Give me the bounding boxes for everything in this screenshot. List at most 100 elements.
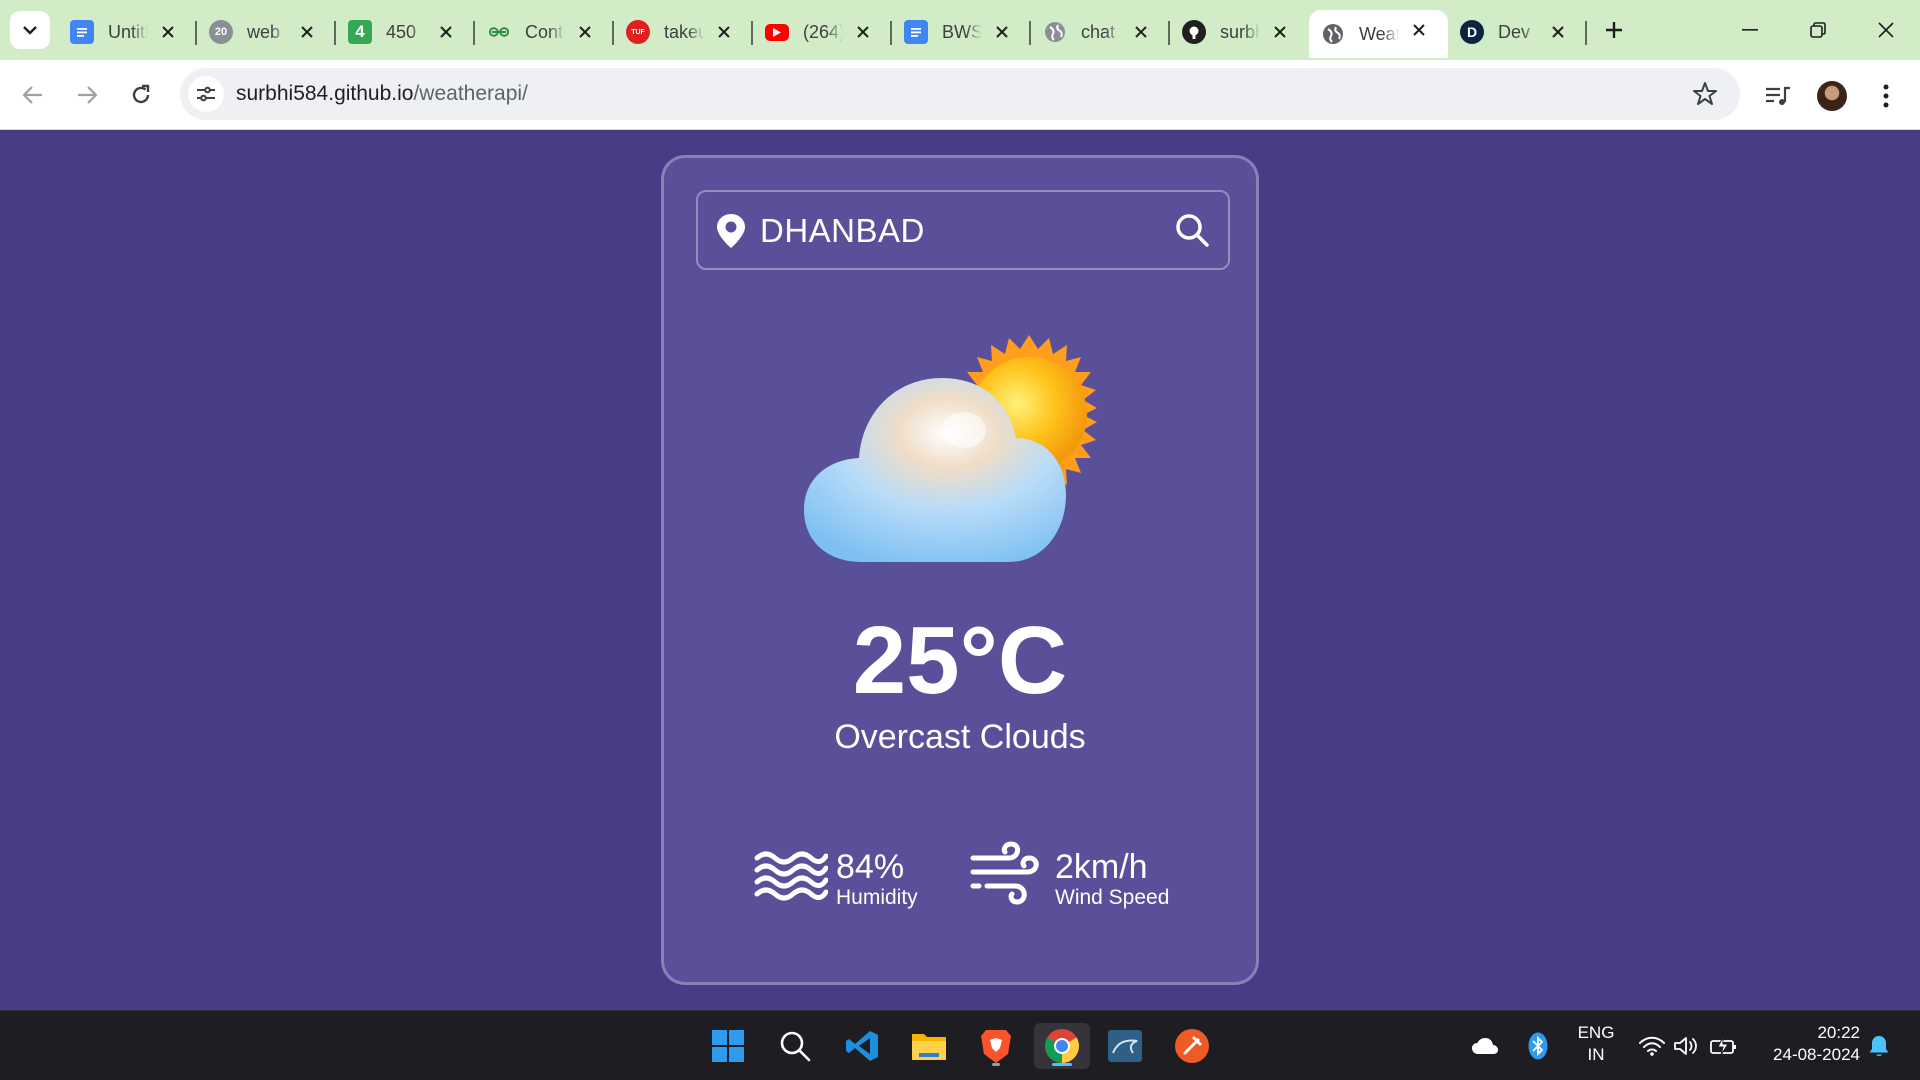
tab-github[interactable]: surbhi584 [1170, 12, 1309, 52]
url-host: surbhi584.github.io [236, 82, 414, 105]
bell-icon [1869, 1036, 1889, 1056]
tuf-icon: TUF [626, 20, 650, 44]
reload-button[interactable] [126, 80, 156, 110]
battery-button[interactable] [1706, 1023, 1740, 1069]
new-tab-button[interactable] [1600, 16, 1628, 44]
bluetooth-icon [1528, 1032, 1548, 1060]
cloud-icon [1472, 1038, 1498, 1054]
browser-toolbar: surbhi584.github.io/weatherapi/ [0, 60, 1920, 130]
tab-contest[interactable]: Contest [475, 12, 614, 52]
restore-button[interactable] [1784, 0, 1852, 60]
back-button[interactable] [18, 80, 48, 110]
close-icon [1878, 22, 1894, 38]
url-text[interactable]: surbhi584.github.io/weatherapi/ [236, 82, 528, 106]
close-icon[interactable] [1408, 19, 1430, 41]
window-controls [1716, 0, 1920, 60]
location-pin-icon [716, 213, 746, 254]
taskbar-brave[interactable] [973, 1023, 1019, 1069]
close-icon[interactable] [852, 21, 874, 43]
reload-icon [132, 84, 150, 104]
close-window-button[interactable] [1852, 0, 1920, 60]
taskbar-vscode[interactable] [839, 1023, 885, 1069]
youtube-icon [765, 23, 789, 41]
wind-label: Wind Speed [1055, 886, 1170, 909]
minimize-button[interactable] [1716, 0, 1784, 60]
forward-button[interactable] [72, 80, 102, 110]
volume-button[interactable] [1670, 1023, 1702, 1069]
tab-title: chat [1081, 21, 1116, 42]
close-icon[interactable] [296, 21, 318, 43]
running-indicator [992, 1063, 1000, 1066]
language-indicator[interactable]: ENG IN [1568, 1022, 1624, 1066]
close-icon[interactable] [713, 21, 735, 43]
wind-icon [970, 841, 1039, 905]
vscode-icon [846, 1031, 878, 1061]
github-icon [1182, 20, 1206, 44]
onedrive-button[interactable] [1468, 1023, 1502, 1069]
clock[interactable]: 20:22 24-08-2024 [1750, 1022, 1860, 1066]
notifications-button[interactable] [1864, 1023, 1894, 1069]
globe-icon [1321, 22, 1345, 46]
wind-detail: 2km/h Wind Speed [969, 841, 1170, 912]
media-control-button[interactable] [1762, 80, 1794, 112]
volume-icon [1674, 1037, 1697, 1055]
browser-menu-button[interactable] [1870, 80, 1902, 112]
taskbar-chrome[interactable] [1034, 1023, 1090, 1069]
wifi-icon [1639, 1036, 1665, 1056]
close-icon[interactable] [435, 21, 457, 43]
tab-title: 450 [386, 21, 417, 42]
tab-web[interactable]: 20 web [197, 12, 336, 52]
tab-450[interactable]: 4 450 [336, 12, 475, 52]
temperature: 25°C [852, 607, 1068, 714]
gfg-icon [487, 20, 511, 44]
close-icon[interactable] [991, 21, 1013, 43]
windows-logo-icon [712, 1030, 744, 1062]
minimize-icon [1742, 29, 1758, 31]
tab-weather[interactable]: Weather [1309, 10, 1448, 58]
bluetooth-button[interactable] [1523, 1023, 1553, 1069]
twenty-icon: 20 [209, 20, 233, 44]
tune-icon [197, 86, 215, 102]
tab-chat[interactable]: chat [1031, 12, 1170, 52]
tab-title: Untitled document [108, 21, 148, 42]
close-icon[interactable] [157, 21, 179, 43]
url-path: /weatherapi/ [413, 82, 528, 105]
taskbar-file-explorer[interactable] [906, 1023, 952, 1069]
tab-separator [1585, 21, 1587, 45]
mysql-workbench-icon [1108, 1030, 1142, 1062]
docs-icon [70, 20, 94, 44]
battery-charging-icon [1710, 1036, 1736, 1056]
tab-untitled[interactable]: Untitled document [58, 12, 197, 52]
site-info-button[interactable] [188, 76, 224, 112]
tab-title: surbhi584 [1220, 21, 1260, 42]
tab-takeuforward[interactable]: TUF takeuforward [614, 12, 753, 52]
plus-icon [1606, 22, 1622, 38]
humidity-label: Humidity [836, 886, 918, 909]
start-button[interactable] [705, 1023, 751, 1069]
more-vert-icon [1883, 84, 1889, 108]
close-icon[interactable] [1547, 21, 1569, 43]
tab-title: takeuforward [664, 21, 704, 42]
weather-card: 25°C Overcast Clouds 84% Humidity 2km/h … [661, 155, 1259, 985]
tab-title: BWS [942, 21, 982, 42]
city-input[interactable] [760, 210, 1160, 252]
wifi-button[interactable] [1636, 1023, 1668, 1069]
taskbar-search-button[interactable] [772, 1023, 818, 1069]
arrow-right-icon [78, 86, 97, 104]
close-icon[interactable] [574, 21, 596, 43]
tab-dev[interactable]: D Dev [1448, 12, 1587, 52]
bookmark-button[interactable] [1692, 81, 1718, 112]
tab-bws[interactable]: BWS [892, 12, 1031, 52]
taskbar-mysql-workbench[interactable] [1102, 1023, 1148, 1069]
tab-search-button[interactable] [10, 11, 50, 49]
taskbar-postman[interactable] [1169, 1023, 1215, 1069]
close-icon[interactable] [1269, 21, 1291, 43]
address-bar[interactable]: surbhi584.github.io/weatherapi/ [180, 68, 1740, 120]
close-icon[interactable] [1130, 21, 1152, 43]
tab-list: Untitled document 20 web 4 450 Contest T… [58, 10, 1587, 60]
avatar [1817, 81, 1847, 111]
search-button[interactable] [1174, 212, 1210, 253]
search-icon [780, 1031, 811, 1062]
profile-button[interactable] [1816, 80, 1848, 112]
tab-youtube[interactable]: (264) [753, 12, 892, 52]
